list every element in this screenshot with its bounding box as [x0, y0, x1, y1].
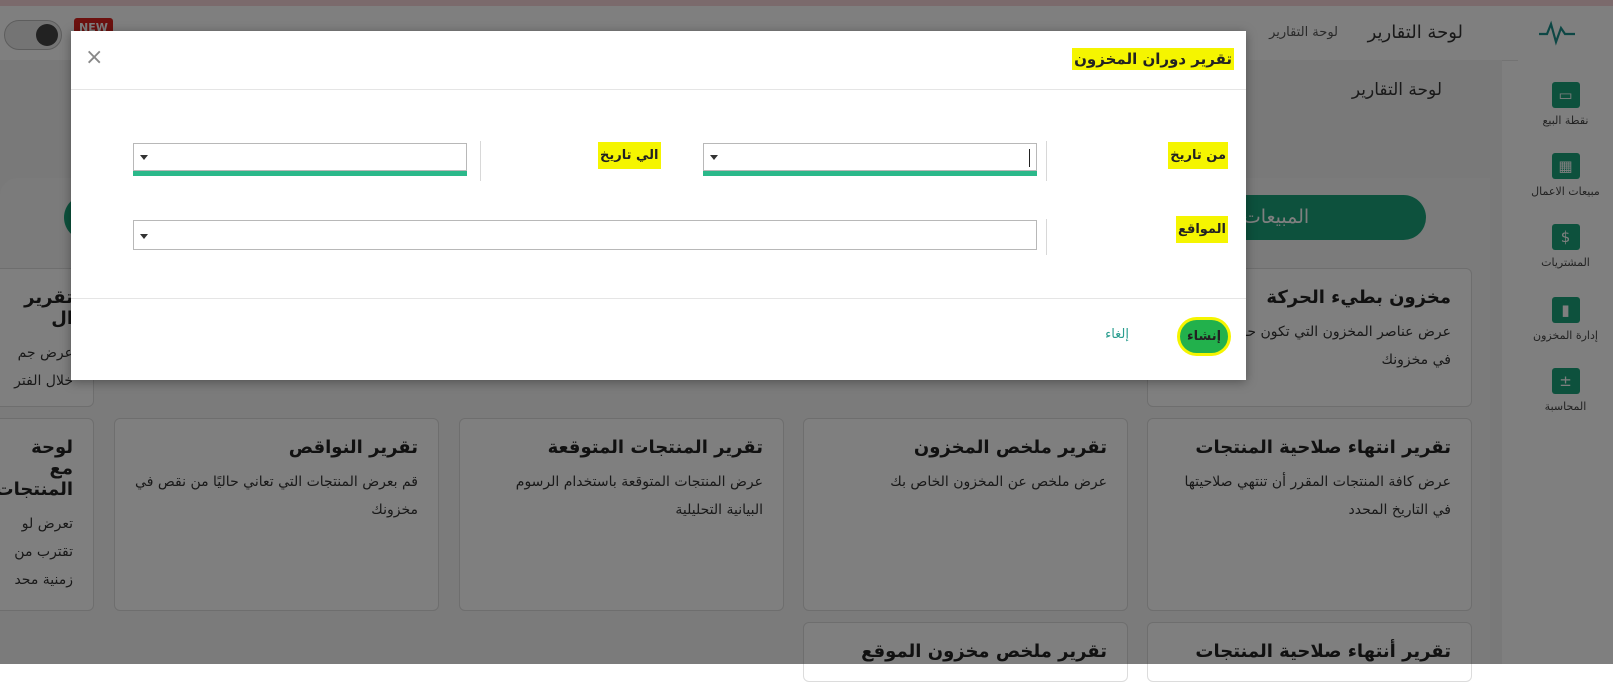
- modal-footer: إنشاء إلغاء: [71, 298, 1246, 381]
- locations-select[interactable]: [133, 220, 1037, 250]
- locations-label: المواقع: [1175, 216, 1228, 243]
- modal-title: تقرير دوران المخزون: [1072, 48, 1234, 70]
- modal-header: تقرير دوران المخزون ×: [71, 31, 1246, 90]
- field-underline: [703, 171, 1037, 176]
- chevron-down-icon: [140, 155, 148, 160]
- text-cursor: [1029, 149, 1030, 167]
- chevron-down-icon: [710, 155, 718, 160]
- to-date-select[interactable]: [133, 143, 467, 176]
- close-icon[interactable]: ×: [85, 45, 103, 70]
- from-date-label: من تاريخ: [1168, 142, 1228, 169]
- to-date-label: الي تاريخ: [598, 142, 661, 169]
- create-button[interactable]: إنشاء: [1180, 320, 1228, 353]
- chevron-down-icon: [140, 234, 148, 239]
- from-date-select[interactable]: [703, 143, 1037, 176]
- field-divider: [1046, 141, 1047, 181]
- field-divider: [480, 141, 481, 181]
- field-divider: [1046, 219, 1047, 255]
- cancel-button[interactable]: إلغاء: [1105, 327, 1129, 342]
- field-underline: [133, 171, 467, 176]
- inventory-turnover-modal: تقرير دوران المخزون × من تاريخ الي تاريخ…: [71, 31, 1246, 380]
